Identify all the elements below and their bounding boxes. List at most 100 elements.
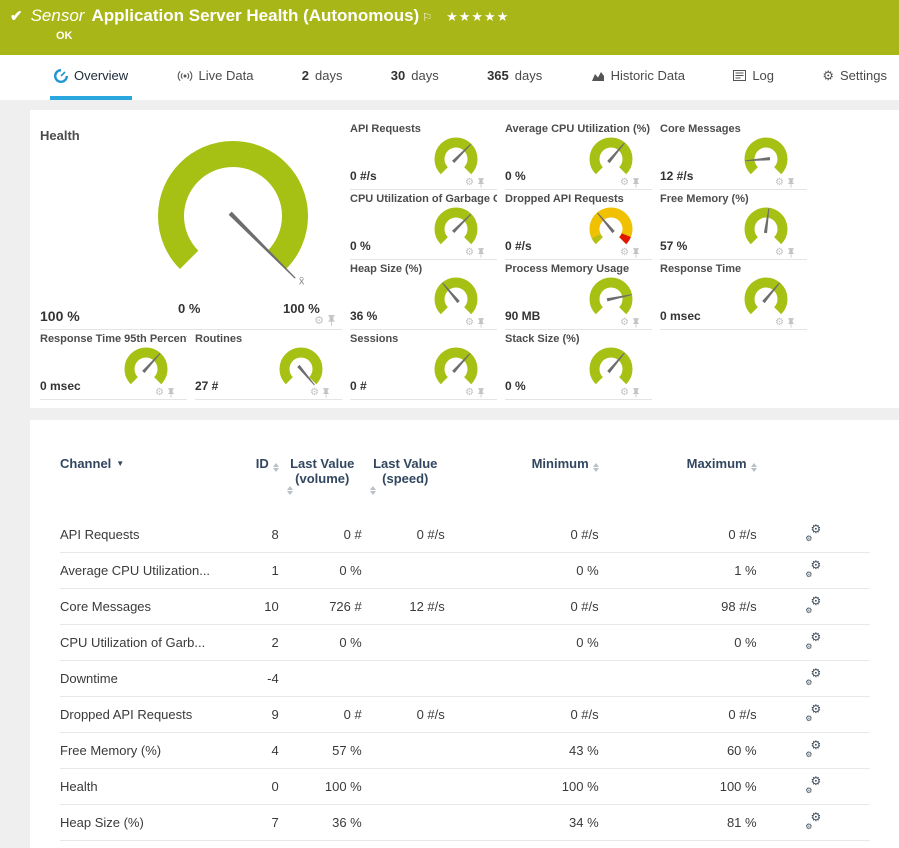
table-row[interactable]: CPU Utilization of Garb... 2 0 % 0 % 0 %… — [60, 625, 870, 661]
table-row[interactable]: Health 0 100 % 100 % 100 % ⚙⚙ — [60, 769, 870, 805]
tab-settings[interactable]: ⚙ Settings — [818, 55, 891, 100]
table-row[interactable]: API Requests 8 0 # 0 #/s 0 #/s 0 #/s ⚙⚙ — [60, 517, 870, 553]
table-row[interactable]: Core Messages 10 726 # 12 #/s 0 #/s 98 #… — [60, 589, 870, 625]
gear-icon[interactable]: ⚙ — [775, 247, 784, 258]
small-gauge — [274, 340, 328, 394]
column-header-id[interactable]: ID — [234, 448, 283, 517]
gear-icon[interactable]: ⚙ — [465, 317, 474, 328]
channel-settings-icon[interactable]: ⚙⚙ — [805, 778, 821, 792]
pin-icon[interactable] — [787, 178, 795, 188]
gauge-tile-process-memory: Process Memory Usage 90 MB ⚙ — [505, 260, 652, 330]
pin-icon[interactable] — [632, 248, 640, 258]
gear-icon[interactable]: ⚙ — [465, 247, 474, 258]
table-row[interactable]: Heap Size (%) 7 36 % 34 % 81 % ⚙⚙ — [60, 805, 870, 841]
pin-icon[interactable] — [787, 318, 795, 328]
small-gauge — [429, 130, 483, 184]
column-header-last-value-volume[interactable]: Last Value (volume) — [283, 448, 366, 517]
broadcast-icon — [177, 70, 193, 82]
gear-icon[interactable]: ⚙ — [314, 314, 324, 327]
sort-icon[interactable] — [751, 463, 757, 472]
gauge-icon — [54, 69, 68, 83]
id-cell: 5 — [234, 841, 283, 848]
gear-icon[interactable]: ⚙ — [775, 177, 784, 188]
maximum-cell: 100 % — [603, 769, 761, 805]
channel-settings-icon[interactable]: ⚙⚙ — [805, 706, 821, 720]
priority-stars[interactable]: ★★★★★ — [446, 9, 509, 25]
gauge-tile-free-memory: Free Memory (%) 57 % ⚙ — [660, 190, 807, 260]
gauge-tile-api-requests: API Requests 0 #/s ⚙ — [350, 120, 497, 190]
gear-icon[interactable]: ⚙ — [775, 317, 784, 328]
channel-settings-icon[interactable]: ⚙⚙ — [805, 562, 821, 576]
tab-label: Overview — [74, 68, 128, 83]
gear-icon[interactable]: ⚙ — [465, 177, 474, 188]
gear-icon[interactable]: ⚙ — [620, 247, 629, 258]
sort-icon[interactable] — [370, 486, 445, 495]
tab-live-data[interactable]: Live Data — [173, 55, 258, 100]
tab-365-days[interactable]: 365 days — [483, 55, 546, 100]
column-header-maximum[interactable]: Maximum — [603, 448, 761, 517]
pin-icon[interactable] — [787, 248, 795, 258]
tab-historic-data[interactable]: Historic Data — [587, 55, 689, 100]
maximum-cell: 113 MB — [603, 841, 761, 848]
gear-icon[interactable]: ⚙ — [620, 177, 629, 188]
log-icon — [733, 70, 746, 81]
channel-settings-icon[interactable]: ⚙⚙ — [805, 670, 821, 684]
priority-flag-icon[interactable]: ⚐ — [422, 11, 432, 24]
table-row[interactable]: Dropped API Requests 9 0 # 0 #/s 0 #/s 0… — [60, 697, 870, 733]
small-gauge — [429, 200, 483, 254]
last-value-speed-cell — [366, 553, 449, 589]
channel-settings-icon[interactable]: ⚙⚙ — [805, 634, 821, 648]
gauge-title: Health — [40, 128, 80, 143]
gear-icon[interactable]: ⚙ — [310, 387, 319, 398]
pin-icon[interactable] — [327, 315, 336, 326]
channel-name-cell: Free Memory (%) — [60, 733, 234, 769]
maximum-cell: 0 % — [603, 625, 761, 661]
gauge-value: 27 # — [195, 379, 218, 393]
table-row[interactable]: Downtime -4 ⚙⚙ — [60, 661, 870, 697]
sort-icon[interactable] — [287, 486, 362, 495]
gauge-tile-core-messages: Core Messages 12 #/s ⚙ — [660, 120, 807, 190]
table-row[interactable]: Free Memory (%) 4 57 % 43 % 60 % ⚙⚙ — [60, 733, 870, 769]
maximum-cell: 81 % — [603, 805, 761, 841]
maximum-cell — [603, 661, 761, 697]
pin-icon[interactable] — [477, 248, 485, 258]
channel-settings-icon[interactable]: ⚙⚙ — [805, 814, 821, 828]
column-label: (volume) — [283, 471, 362, 486]
column-header-minimum[interactable]: Minimum — [449, 448, 603, 517]
last-value-speed-cell — [366, 733, 449, 769]
pin-icon[interactable] — [632, 178, 640, 188]
channel-settings-icon[interactable]: ⚙⚙ — [805, 742, 821, 756]
gauge-tile-routines: Routines 27 # ⚙ — [195, 330, 342, 400]
column-header-channel[interactable]: Channel▼ — [60, 448, 234, 517]
pin-icon[interactable] — [632, 388, 640, 398]
pin-icon[interactable] — [477, 178, 485, 188]
channel-settings-icon[interactable]: ⚙⚙ — [805, 598, 821, 612]
pin-icon[interactable] — [477, 318, 485, 328]
pin-icon[interactable] — [477, 388, 485, 398]
pin-icon[interactable] — [167, 388, 175, 398]
gauge-tile-heap-size: Heap Size (%) 36 % ⚙ — [350, 260, 497, 330]
id-cell: 4 — [234, 733, 283, 769]
page-title: Application Server Health (Autonomous) — [91, 6, 419, 26]
id-cell: 7 — [234, 805, 283, 841]
gear-icon[interactable]: ⚙ — [620, 387, 629, 398]
table-row[interactable]: Process Memory Usage 5 90 MB 87 MB 113 M… — [60, 841, 870, 848]
column-header-last-value-speed[interactable]: Last Value (speed) — [366, 448, 449, 517]
sort-icon[interactable] — [593, 463, 599, 472]
small-gauge — [584, 130, 638, 184]
gear-icon[interactable]: ⚙ — [620, 317, 629, 328]
gauge-value: 0 % — [505, 379, 526, 393]
pin-icon[interactable] — [322, 388, 330, 398]
table-row[interactable]: Average CPU Utilization... 1 0 % 0 % 1 %… — [60, 553, 870, 589]
channel-settings-icon[interactable]: ⚙⚙ — [805, 526, 821, 540]
pin-icon[interactable] — [632, 318, 640, 328]
tab-overview[interactable]: Overview — [50, 55, 132, 100]
tab-2-days[interactable]: 2 days — [298, 55, 347, 100]
gear-icon[interactable]: ⚙ — [155, 387, 164, 398]
health-gauge: x̄ — [128, 124, 338, 296]
gear-icon[interactable]: ⚙ — [465, 387, 474, 398]
sort-icon[interactable] — [273, 463, 279, 472]
last-value-volume-cell — [283, 661, 366, 697]
tab-30-days[interactable]: 30 days — [387, 55, 443, 100]
tab-log[interactable]: Log — [729, 55, 778, 100]
